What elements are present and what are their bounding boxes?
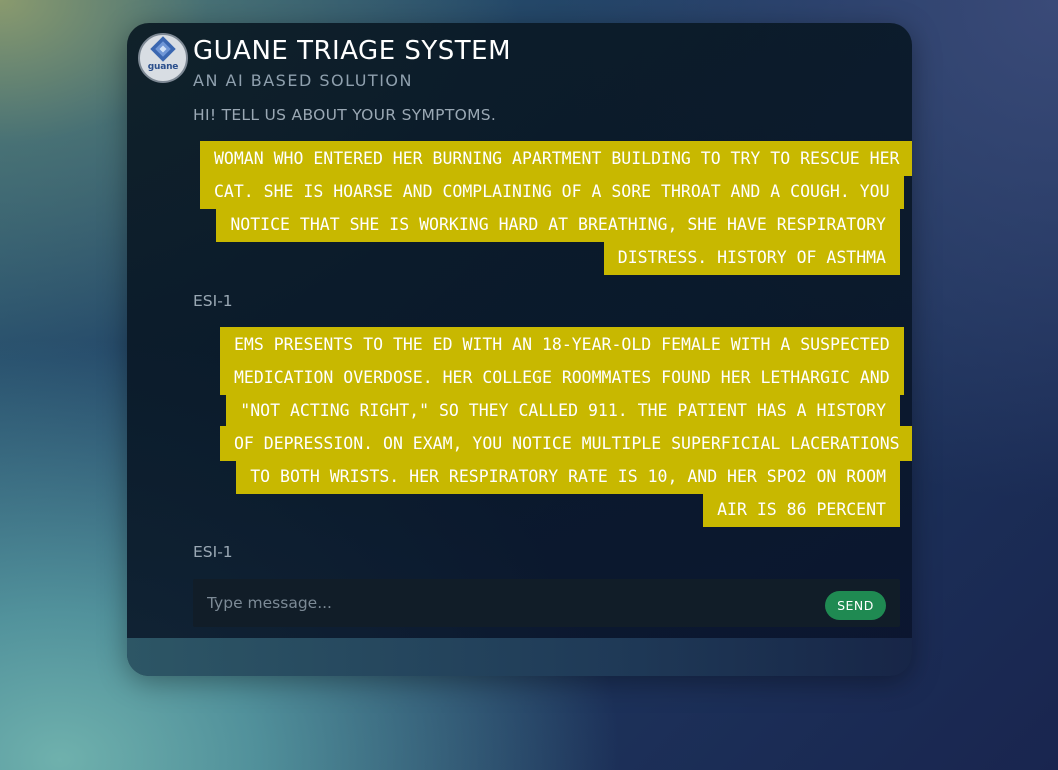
page-subtitle: AN AI BASED SOLUTION (193, 71, 413, 90)
user-message-text: WOMAN WHO ENTERED HER BURNING APARTMENT … (200, 141, 912, 275)
send-button[interactable]: SEND (825, 591, 886, 620)
message-composer: SEND (193, 579, 900, 627)
message-input[interactable] (205, 590, 809, 616)
user-message-text: EMS PRESENTS TO THE ED WITH AN 18-YEAR-O… (220, 327, 912, 527)
user-message: EMS PRESENTS TO THE ED WITH AN 18-YEAR-O… (220, 327, 912, 527)
bot-reply: ESI-1 (193, 543, 233, 561)
window-footer (127, 638, 912, 676)
guane-logo-icon: guane (138, 33, 188, 83)
user-message: WOMAN WHO ENTERED HER BURNING APARTMENT … (200, 141, 912, 275)
bot-reply: ESI-1 (193, 292, 233, 310)
page-title: GUANE TRIAGE SYSTEM (193, 36, 512, 66)
logo-text: guane (147, 62, 179, 72)
bot-greeting: HI! TELL US ABOUT YOUR SYMPTOMS. (193, 106, 497, 124)
chat-window: guane GUANE TRIAGE SYSTEM AN AI BASED SO… (127, 23, 912, 676)
